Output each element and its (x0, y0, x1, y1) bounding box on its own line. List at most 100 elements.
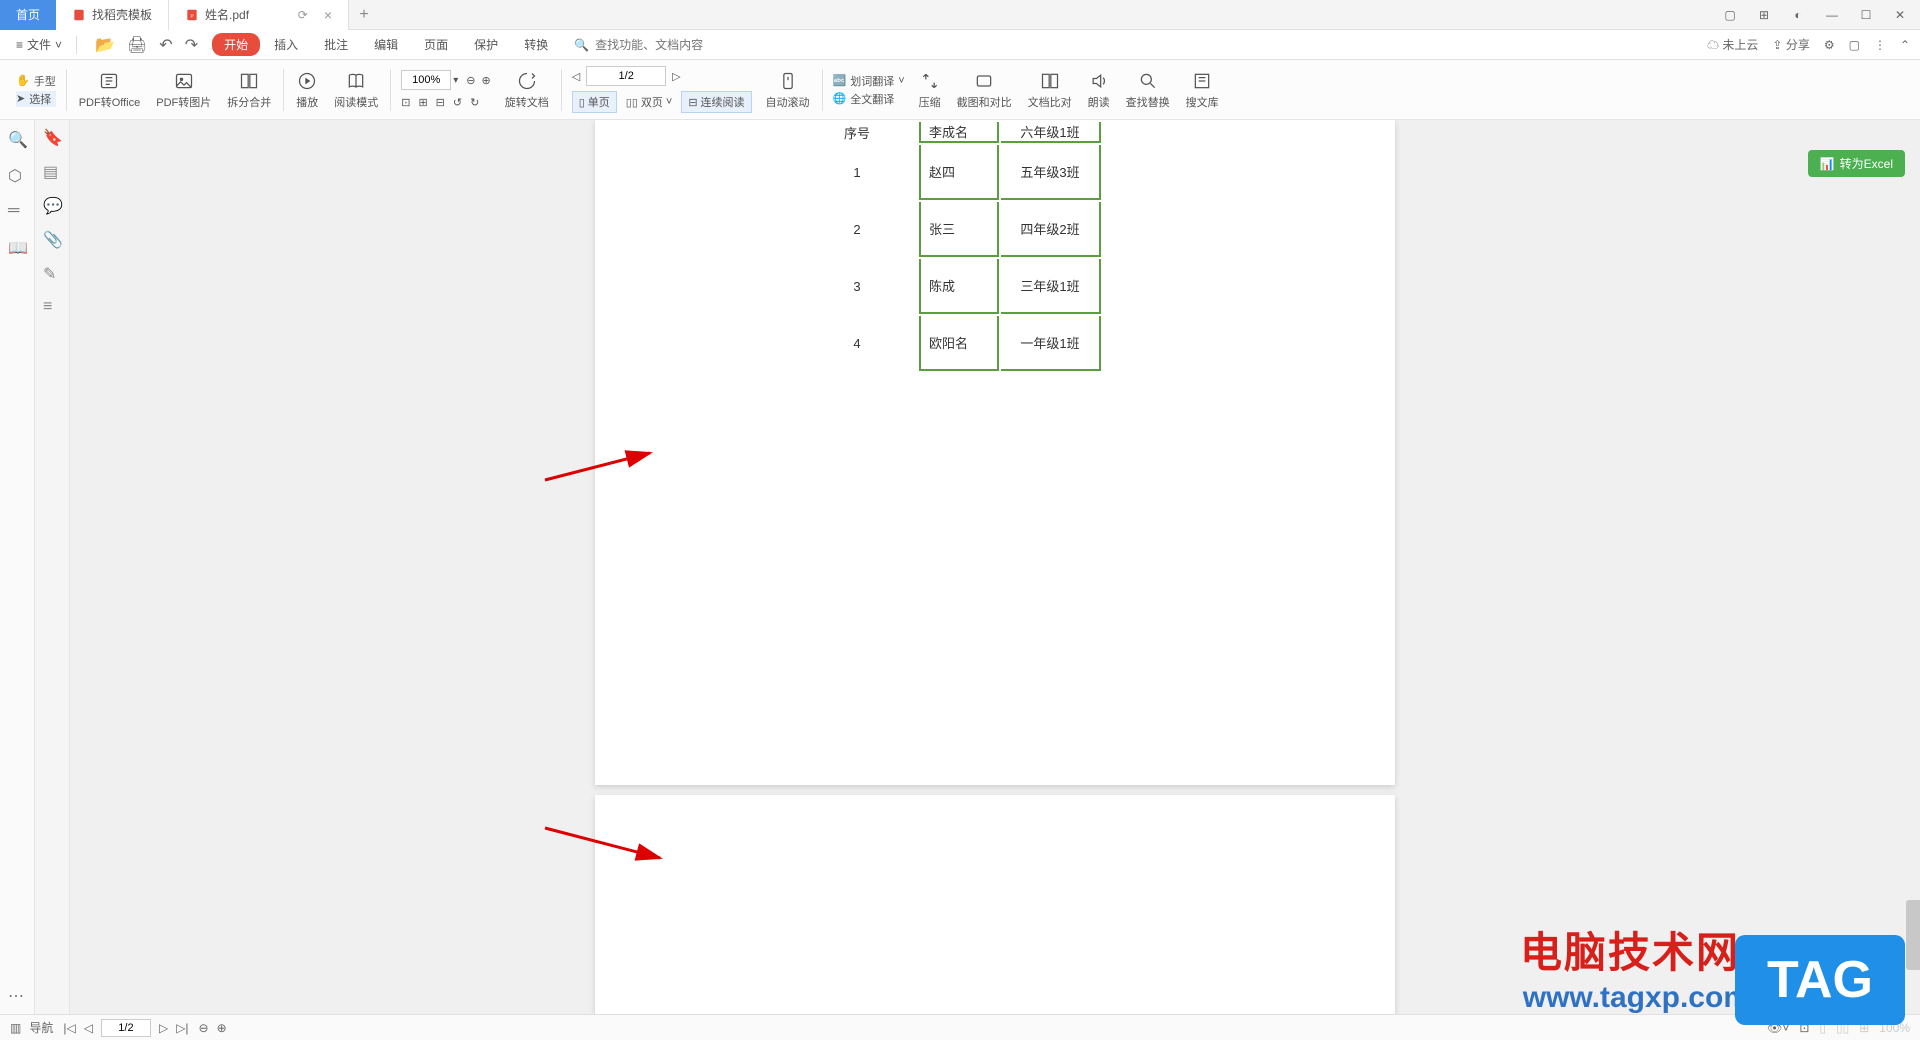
left-tool-line[interactable]: ═ (8, 202, 26, 220)
tab-refresh-icon[interactable]: ⟳ (298, 8, 308, 22)
fit-width-icon[interactable]: ⊡ (401, 96, 410, 109)
tool-rotate[interactable]: 旋转文档 (497, 70, 557, 110)
hand-icon: ✋ (16, 74, 30, 87)
maximize-button[interactable]: ☐ (1854, 3, 1878, 27)
page-input[interactable] (586, 66, 666, 86)
tool-auto-scroll[interactable]: 自动滚动 (758, 70, 818, 110)
menu-tab-convert[interactable]: 转换 (512, 33, 560, 56)
status-zoom-in[interactable]: ⊕ (217, 1021, 227, 1035)
panel-attachment[interactable]: 📎 (43, 230, 61, 248)
status-panel-icon[interactable]: ▥ (10, 1021, 21, 1035)
redo-icon[interactable]: ↷ (185, 35, 198, 55)
convert-excel-button[interactable]: 📊 转为Excel (1808, 150, 1905, 177)
view-continuous[interactable]: ⊟连续阅读 (681, 91, 751, 113)
tool-pdf-image[interactable]: PDF转图片 (148, 70, 219, 110)
undo-icon[interactable]: ↶ (159, 35, 172, 55)
panel-layers[interactable]: ≡ (43, 298, 61, 316)
settings-icon[interactable]: ⚙ (1824, 38, 1835, 52)
cloud-status[interactable]: ☁ 未上云 (1707, 36, 1758, 53)
watermark-text: 电脑技术网 (1520, 919, 1740, 980)
compress-icon (919, 70, 941, 92)
right-collapse-tab[interactable] (1906, 900, 1920, 970)
left-tool-read[interactable]: 📖 (8, 238, 26, 256)
zoom-in-icon[interactable]: ⊕ (481, 74, 490, 87)
left-tool-shape[interactable]: ⬡ (8, 166, 26, 184)
view-double-page[interactable]: ▯▯双页˅ (619, 91, 680, 113)
open-icon[interactable]: 📂 (95, 35, 115, 55)
status-first-page[interactable]: |◁ (63, 1021, 75, 1035)
status-last-page[interactable]: ▷| (176, 1021, 188, 1035)
print-icon[interactable]: 🖨 (127, 35, 147, 55)
layout-icon[interactable]: ▢ (1718, 3, 1742, 27)
panel-signature[interactable]: ✎ (43, 264, 61, 282)
panel-bookmark[interactable]: 🔖 (43, 128, 61, 146)
doc-icon (72, 8, 86, 22)
skin-icon[interactable]: ◐ (1786, 3, 1810, 27)
close-button[interactable]: ✕ (1888, 3, 1912, 27)
status-next-page[interactable]: ▷ (159, 1021, 168, 1035)
panel-thumbnail[interactable]: ▤ (43, 162, 61, 180)
tool-word-translate[interactable]: 🔤划词翻译˅ (833, 73, 905, 89)
tool-doc-compare[interactable]: 文档比对 (1020, 70, 1080, 110)
minimize-button[interactable]: — (1820, 3, 1844, 27)
tab-close-icon[interactable]: × (324, 7, 332, 23)
tool-play[interactable]: 播放 (288, 70, 326, 110)
tab-home[interactable]: 首页 (0, 0, 56, 30)
single-page-icon: ▯ (579, 96, 585, 109)
tool-read-mode[interactable]: 阅读模式 (326, 70, 386, 110)
status-page-input[interactable] (101, 1019, 151, 1037)
new-tab-button[interactable]: + (349, 6, 379, 24)
menu-tab-annotate[interactable]: 批注 (312, 33, 360, 56)
tab-template[interactable]: 找稻壳模板 (56, 0, 169, 30)
double-page-icon: ▯▯ (626, 96, 638, 109)
search-icon: 🔍 (574, 38, 589, 52)
page-prev-icon[interactable]: ◁ (572, 70, 580, 83)
menu-tab-page[interactable]: 页面 (412, 33, 460, 56)
menu-tab-protect[interactable]: 保护 (462, 33, 510, 56)
page-next-icon[interactable]: ▷ (672, 70, 680, 83)
zoom-dropdown-icon[interactable]: ▾ (453, 75, 458, 86)
tool-hand[interactable]: ✋手型 (16, 73, 56, 89)
collapse-ribbon-icon[interactable]: ⌃ (1900, 38, 1910, 52)
menu-hamburger[interactable]: ≡ 文件 ˅ (10, 36, 68, 53)
tab-current-file[interactable]: P 姓名.pdf ⟳ × (169, 0, 349, 30)
tool-split-merge[interactable]: 拆分合并 (219, 70, 279, 110)
find-icon (1137, 70, 1159, 92)
status-nav-label: 导航 (29, 1019, 53, 1036)
fit-page-icon[interactable]: ⊞ (418, 96, 427, 109)
tool-find-replace[interactable]: 查找替换 (1118, 70, 1178, 110)
tool-screenshot-compare[interactable]: 截图和对比 (949, 70, 1020, 110)
view-single-page[interactable]: ▯单页 (572, 91, 617, 113)
tab-current-label: 姓名.pdf (205, 6, 249, 23)
zoom-input[interactable] (401, 70, 451, 90)
rotate-right-icon[interactable]: ↻ (470, 96, 479, 109)
cursor-icon: ➤ (16, 92, 25, 105)
compare-icon (1039, 70, 1061, 92)
actual-size-icon[interactable]: ⊟ (436, 96, 445, 109)
menu-tab-edit[interactable]: 编辑 (362, 33, 410, 56)
tool-compress[interactable]: 压缩 (911, 70, 949, 110)
tool-search-lib[interactable]: 搜文库 (1178, 70, 1227, 110)
zoom-out-icon[interactable]: ⊖ (466, 74, 475, 87)
left-tool-more[interactable]: ⋯ (8, 986, 26, 1004)
panel-icon[interactable]: ▢ (1849, 38, 1860, 52)
share-button[interactable]: ⇪ 分享 (1772, 36, 1809, 53)
tool-read-aloud[interactable]: 朗读 (1080, 70, 1118, 110)
pdf-page-1: 序号 李成名 六年级1班 1赵四五年级3班 2张三四年级2班 3陈成三年级1班 … (595, 120, 1395, 785)
search-input[interactable] (595, 38, 755, 52)
tool-full-translate[interactable]: 🌐全文翻译 (833, 91, 905, 107)
left-tool-zoom[interactable]: 🔍 (8, 130, 26, 148)
more-icon[interactable]: ⋮ (1874, 38, 1886, 52)
panel-comment[interactable]: 💬 (43, 196, 61, 214)
status-prev-page[interactable]: ◁ (84, 1021, 93, 1035)
menu-tab-insert[interactable]: 插入 (262, 33, 310, 56)
tool-select[interactable]: ➤选择 (16, 91, 56, 107)
pdf-canvas[interactable]: 序号 李成名 六年级1班 1赵四五年级3班 2张三四年级2班 3陈成三年级1班 … (70, 120, 1920, 1014)
status-zoom-out[interactable]: ⊖ (199, 1021, 209, 1035)
tool-pdf-office[interactable]: PDF转Office (71, 70, 149, 110)
menu-tab-start[interactable]: 开始 (212, 33, 260, 56)
watermark-tag: TAG (1735, 935, 1905, 1025)
search-input-wrapper[interactable]: 🔍 (574, 38, 755, 52)
rotate-left-icon[interactable]: ↺ (453, 96, 462, 109)
apps-icon[interactable]: ⊞ (1752, 3, 1776, 27)
